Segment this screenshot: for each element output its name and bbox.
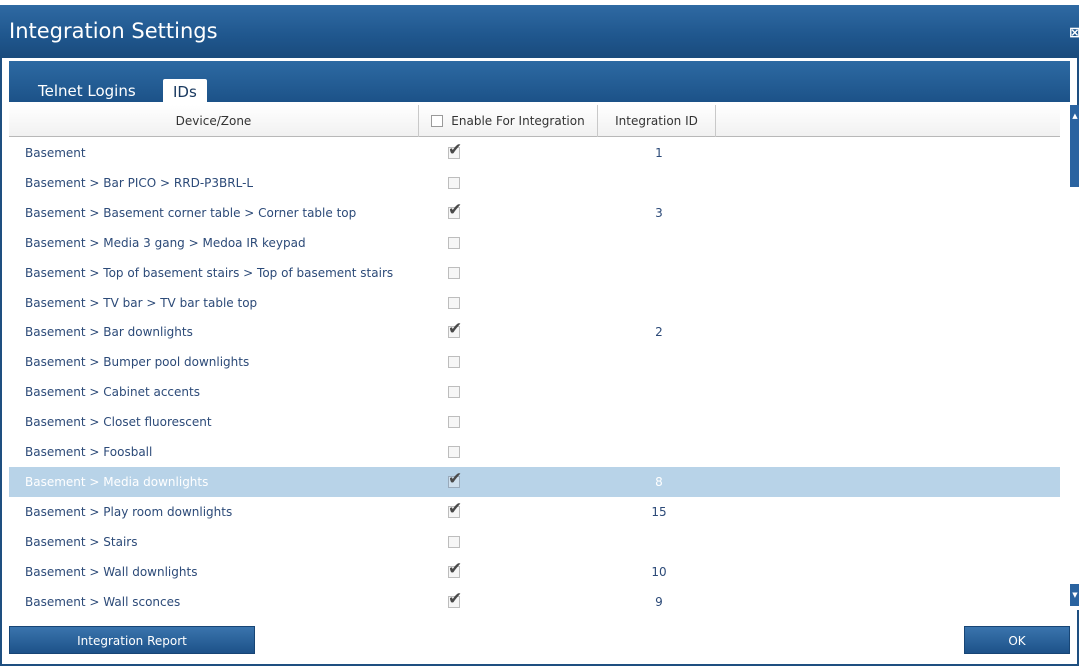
grid-rows: Basement ✔ 1 Basement > Bar PICO > RRD-P3BR… xyxy=(9,138,1060,610)
table-row[interactable]: Basement > Basement corner table > Corne… xyxy=(9,198,1060,228)
table-row[interactable]: Basement > Bar downlights ✔ 2 xyxy=(9,317,1060,347)
enable-integration-checkbox[interactable]: ✔ xyxy=(448,499,462,519)
scroll-thumb[interactable] xyxy=(1070,127,1079,187)
checkmark-icon: ✔ xyxy=(448,498,463,519)
table-row[interactable]: Basement > Cabinet accents xyxy=(9,377,1060,407)
device-zone-cell: Basement > Cabinet accents xyxy=(25,385,200,400)
enable-integration-checkbox[interactable] xyxy=(448,236,460,249)
table-row[interactable]: Basement > Stairs xyxy=(9,527,1060,557)
integration-id-cell: 2 xyxy=(655,325,663,340)
enable-integration-checkbox[interactable]: ✔ xyxy=(448,200,462,220)
integration-id-cell: 3 xyxy=(655,205,663,220)
column-header-integration-id[interactable]: Integration ID xyxy=(598,105,716,137)
device-zone-cell: Basement > Closet fluorescent xyxy=(25,415,212,430)
checkmark-icon: ✔ xyxy=(448,558,463,579)
device-zone-cell: Basement > Wall sconces xyxy=(25,594,181,609)
checkmark-icon: ✔ xyxy=(448,468,463,489)
device-zone-cell: Basement > Top of basement stairs > Top … xyxy=(25,265,394,280)
scroll-up-arrow-icon[interactable]: ▲ xyxy=(1070,105,1079,127)
enable-integration-checkbox[interactable] xyxy=(448,296,460,309)
checkmark-icon: ✔ xyxy=(448,319,463,340)
table-row[interactable]: Basement > Bar PICO > RRD-P3BRL-L xyxy=(9,168,1060,198)
title-bar: Integration Settings ⊠ xyxy=(0,5,1079,58)
device-zone-cell: Basement > Foosball xyxy=(25,445,153,459)
checkmark-icon: ✔ xyxy=(448,140,463,160)
table-row[interactable]: Basement > TV bar > TV bar table top xyxy=(9,288,1060,318)
grid-header: Device/Zone Enable For Integration Integ… xyxy=(9,105,1060,137)
device-zone-cell: Basement > TV bar > TV bar table top xyxy=(25,295,258,310)
device-zone-cell: Basement > Bumper pool downlights xyxy=(25,355,250,370)
enable-integration-checkbox[interactable]: ✔ xyxy=(448,319,462,339)
device-zone-cell: Basement xyxy=(25,146,86,160)
device-zone-cell: Basement > Media 3 gang > Medoa IR keypa… xyxy=(25,235,306,250)
enable-integration-checkbox[interactable] xyxy=(448,266,460,279)
table-row[interactable]: Basement ✔ 1 xyxy=(9,138,1060,168)
integration-id-cell: 8 xyxy=(655,474,663,489)
enable-integration-checkbox[interactable] xyxy=(448,176,460,189)
enable-integration-checkbox[interactable]: ✔ xyxy=(448,140,462,160)
integration-id-cell: 9 xyxy=(655,594,663,609)
table-row[interactable]: Basement > Wall sconces ✔ 9 xyxy=(9,587,1060,617)
device-zone-cell: Basement > Wall downlights xyxy=(25,564,198,579)
enable-integration-checkbox[interactable] xyxy=(448,356,460,369)
table-row[interactable]: Basement > Play room downlights ✔ 15 xyxy=(9,497,1060,527)
checkmark-icon: ✔ xyxy=(448,588,463,609)
device-zone-cell: Basement > Bar PICO > RRD-P3BRL-L xyxy=(25,175,254,190)
table-row[interactable]: Basement > Wall downlights ✔ 10 xyxy=(9,557,1060,587)
device-zone-cell: Basement > Bar downlights xyxy=(25,325,193,340)
tab-ids[interactable]: IDs xyxy=(163,79,207,105)
column-header-enable: Enable For Integration xyxy=(419,105,598,137)
vertical-scrollbar[interactable]: ▲ ▼ xyxy=(1070,105,1079,610)
column-header-id-label: Integration ID xyxy=(615,114,698,128)
column-header-device-zone[interactable]: Device/Zone xyxy=(9,105,419,137)
dialog-title: Integration Settings xyxy=(9,19,218,43)
integration-id-cell: 15 xyxy=(651,504,667,519)
enable-integration-checkbox[interactable]: ✔ xyxy=(448,469,462,489)
device-zone-cell: Basement > Stairs xyxy=(25,534,138,549)
tab-telnet-logins[interactable]: Telnet Logins xyxy=(28,79,146,105)
table-row[interactable]: Basement > Bumper pool downlights xyxy=(9,347,1060,377)
column-header-enable-label: Enable For Integration xyxy=(451,114,585,128)
checkmark-icon: ✔ xyxy=(448,199,463,220)
enable-integration-checkbox[interactable] xyxy=(448,416,460,429)
enable-integration-checkbox[interactable] xyxy=(448,535,460,548)
enable-integration-checkbox[interactable] xyxy=(448,386,460,399)
enable-integration-checkbox[interactable]: ✔ xyxy=(448,559,462,579)
close-icon[interactable]: ⊠ xyxy=(1069,25,1079,45)
scroll-down-arrow-icon[interactable]: ▼ xyxy=(1070,584,1079,606)
integration-id-cell: 1 xyxy=(655,146,663,160)
tab-bar: Telnet Logins IDs xyxy=(9,58,1070,105)
table-row[interactable]: Basement > Media 3 gang > Medoa IR keypa… xyxy=(9,228,1060,258)
ok-button[interactable]: OK xyxy=(964,626,1070,654)
table-row[interactable]: Basement > Top of basement stairs > Top … xyxy=(9,258,1060,288)
select-all-checkbox[interactable] xyxy=(431,115,444,127)
table-row[interactable]: Basement > Foosball xyxy=(9,437,1060,467)
table-row[interactable]: Basement > Media downlights ✔ 8 xyxy=(9,466,1060,497)
ids-grid: Device/Zone Enable For Integration Integ… xyxy=(9,105,1079,610)
device-zone-cell: Basement > Play room downlights xyxy=(25,504,233,519)
device-zone-cell: Basement > Basement corner table > Corne… xyxy=(25,205,357,220)
device-zone-cell: Basement > Media downlights xyxy=(25,474,209,489)
enable-integration-checkbox[interactable] xyxy=(448,446,460,458)
enable-integration-checkbox[interactable]: ✔ xyxy=(448,589,462,609)
table-row[interactable]: Basement > Closet fluorescent xyxy=(9,407,1060,437)
integration-report-button[interactable]: Integration Report xyxy=(9,626,255,654)
integration-id-cell: 10 xyxy=(651,564,667,579)
column-header-device-label: Device/Zone xyxy=(175,114,252,128)
